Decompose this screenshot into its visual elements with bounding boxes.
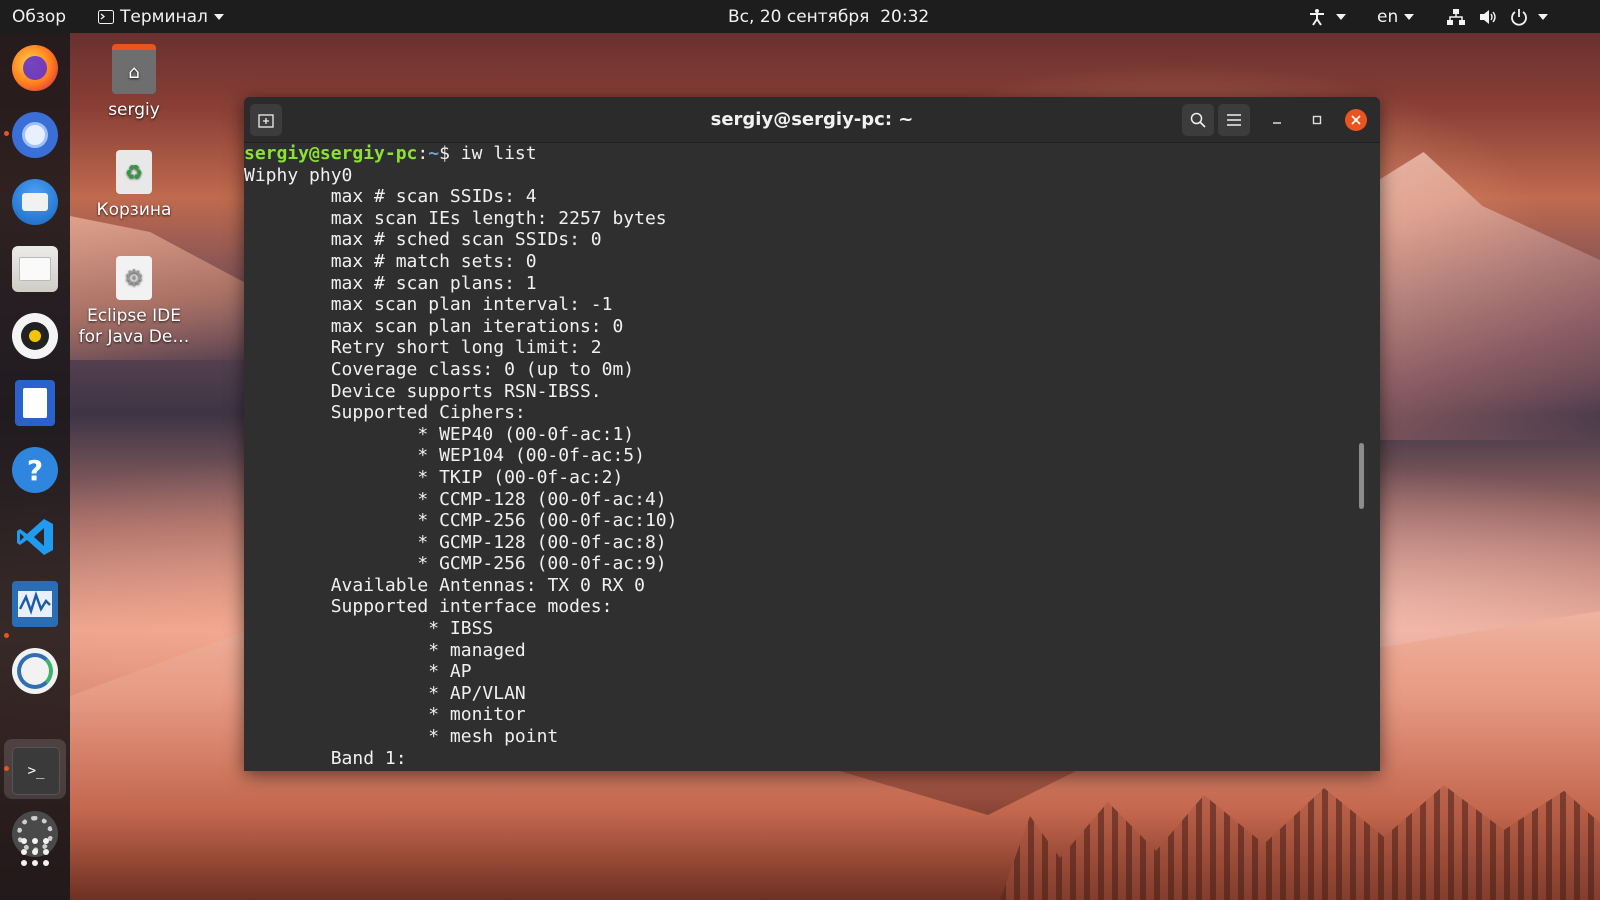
app-menu[interactable]: Терминал [98, 0, 224, 33]
prompt-line: sergiy@sergiy-pc:~$ iw list [244, 143, 1369, 165]
power-icon [1511, 8, 1527, 26]
new-tab-icon [258, 114, 274, 128]
new-tab-button[interactable] [250, 104, 282, 136]
system-menu[interactable] [1446, 0, 1548, 33]
output-line: Device supports RSN-IBSS. [244, 380, 602, 402]
firefox-icon[interactable] [12, 45, 58, 91]
terminal-app-icon [98, 9, 114, 24]
remote-desktop-icon[interactable] [12, 648, 58, 694]
output-line: * monitor [244, 704, 526, 726]
output-line: max scan plan interval: -1 [244, 294, 613, 316]
desktop-icon-label: Корзина [96, 200, 172, 220]
output-line: * WEP104 (00-0f-ac:5) [244, 445, 645, 467]
minimize-button[interactable] [1266, 109, 1288, 131]
output-line: max # scan SSIDs: 4 [244, 186, 537, 208]
app-menu-label: Терминал [120, 6, 208, 27]
desktop-icon-eclipse[interactable]: ⚙ Eclipse IDE for Java De… [74, 256, 194, 348]
output-line: max # match sets: 0 [244, 250, 537, 272]
rhythmbox-icon[interactable] [12, 313, 58, 359]
prompt-command: $ iw list [439, 143, 537, 164]
close-icon [1351, 115, 1361, 125]
vscode-icon[interactable] [12, 514, 58, 560]
terminal-output[interactable]: sergiy@sergiy-pc:~$ iw list Wiphy phy0 m… [244, 143, 1369, 771]
output-line: * WEP40 (00-0f-ac:1) [244, 423, 635, 445]
desktop-icon-home[interactable]: ⌂ sergiy [74, 44, 194, 120]
hamburger-icon [1227, 114, 1241, 126]
search-button[interactable] [1182, 104, 1214, 136]
dock: ? >_ [0, 33, 70, 900]
chevron-down-icon [1336, 13, 1346, 20]
running-indicator [4, 766, 9, 771]
output-line: Retry short long limit: 2 [244, 337, 602, 359]
output-line: * GCMP-128 (00-0f-ac:8) [244, 531, 667, 553]
trash-icon: ♻ [116, 150, 152, 194]
close-button[interactable] [1345, 109, 1367, 131]
output-line: Supported interface modes: [244, 596, 613, 618]
top-bar: Обзор Терминал Вс, 20 сентября 20:32 en [0, 0, 1600, 33]
maximize-icon [1312, 115, 1322, 125]
writer-icon[interactable] [15, 380, 55, 426]
output-line: * AP/VLAN [244, 682, 526, 704]
language-label: en [1377, 6, 1399, 27]
output-line: Coverage class: 0 (up to 0m) [244, 358, 635, 380]
chevron-down-icon [213, 13, 224, 20]
output-line: max scan IEs length: 2257 bytes [244, 207, 667, 229]
desktop-icon-label: Eclipse IDE [87, 306, 181, 326]
output-line: Band 1: [244, 747, 407, 769]
desktop-icon-label: for Java De… [78, 327, 190, 347]
accessibility-icon [1310, 8, 1324, 26]
home-folder-icon: ⌂ [112, 44, 156, 94]
chromium-icon[interactable] [12, 112, 58, 158]
chevron-down-icon [1538, 13, 1548, 20]
title-bar[interactable]: sergiy@sergiy-pc: ~ [244, 97, 1380, 143]
activities-label: Обзор [12, 6, 67, 27]
menu-button[interactable] [1218, 104, 1250, 136]
accessibility-menu[interactable] [1308, 0, 1346, 33]
terminal-window[interactable]: sergiy@sergiy-pc: ~ sergiy@sergiy-pc:~$ … [244, 97, 1380, 771]
prompt-user: sergiy@sergiy-pc [244, 143, 418, 164]
output-line: max # sched scan SSIDs: 0 [244, 229, 602, 251]
desktop-icon-label: sergiy [108, 100, 160, 120]
output-line: * CCMP-128 (00-0f-ac:4) [244, 488, 667, 510]
output-line: * TKIP (00-0f-ac:2) [244, 466, 624, 488]
output-line: * AP [244, 661, 472, 683]
activities-button[interactable]: Обзор [12, 0, 66, 33]
files-icon[interactable] [12, 246, 58, 292]
language-menu[interactable]: en [1377, 0, 1415, 33]
settings-gear-icon: ⚙ [116, 256, 152, 300]
network-icon [1447, 8, 1465, 25]
thunderbird-icon[interactable] [12, 179, 58, 225]
chevron-down-icon [1404, 13, 1415, 20]
system-monitor-icon[interactable] [12, 581, 58, 627]
clock-label: Вс, 20 сентября 20:32 [728, 6, 930, 27]
grid-icon [21, 838, 49, 866]
output-lines: Wiphy phy0 max # scan SSIDs: 4 max scan … [244, 165, 1369, 770]
show-apps-button[interactable] [12, 829, 58, 875]
desktop-icon-trash[interactable]: ♻ Корзина [74, 150, 194, 220]
volume-icon [1480, 9, 1496, 24]
clock[interactable]: Вс, 20 сентября 20:32 [728, 0, 929, 33]
search-icon [1190, 112, 1206, 128]
output-line: Wiphy phy0 [244, 164, 353, 186]
prompt-separator: : [417, 143, 429, 164]
output-line: * mesh point [244, 726, 559, 748]
output-line: * GCMP-256 (00-0f-ac:9) [244, 553, 667, 575]
running-indicator [4, 633, 9, 638]
scrollbar-thumb[interactable] [1359, 443, 1364, 509]
prompt-path: ~ [428, 143, 440, 164]
maximize-button[interactable] [1306, 109, 1328, 131]
minimize-icon [1273, 122, 1281, 124]
output-line: Available Antennas: TX 0 RX 0 [244, 574, 645, 596]
running-indicator [4, 131, 9, 136]
output-line: max # scan plans: 1 [244, 272, 537, 294]
output-line: * managed [244, 639, 526, 661]
help-icon[interactable]: ? [12, 447, 58, 493]
output-line: * IBSS [244, 618, 494, 640]
output-line: * CCMP-256 (00-0f-ac:10) [244, 510, 678, 532]
output-line: max scan plan iterations: 0 [244, 315, 624, 337]
output-line: Supported Ciphers: [244, 402, 526, 424]
terminal-icon[interactable]: >_ [12, 747, 60, 795]
